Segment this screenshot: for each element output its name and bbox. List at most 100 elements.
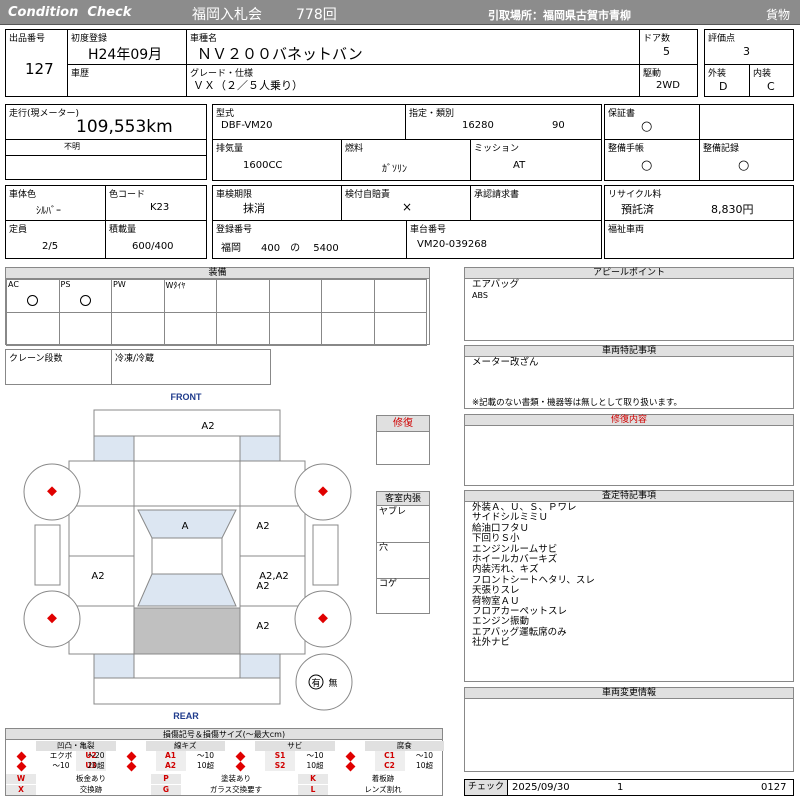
color: ｼﾙﾊﾞｰ [36, 206, 61, 217]
equipment-cell [321, 279, 375, 313]
mark-right-rear-2: A2 [256, 621, 269, 632]
legend-symbol: L [298, 785, 328, 795]
legend-group-name: サビ [287, 741, 303, 750]
check-id: 0127 [761, 782, 787, 793]
legend-code: A1 [155, 751, 186, 761]
inspection-cell: 車検期限 抹消 [212, 185, 342, 221]
manual-cell: 整備手帳 ○ [604, 139, 700, 181]
legend-size: 20超 [87, 761, 105, 770]
legend-group-name: 凹凸・亀裂 [57, 741, 95, 750]
approval-cell: 承認請求書 [470, 185, 602, 221]
legend-title: 損傷記号＆損傷サイズ(〜最大cm) [6, 729, 442, 740]
equipment-cell: Wﾀｲﾔ [163, 279, 217, 313]
lot-number-cell: 出品番号 127 [5, 29, 68, 97]
equipped-circle-icon [79, 295, 91, 306]
car-damage-diagram: FRONT REAR A2 A A2 A2 A2,A2 A2 A2 有 無 [23, 392, 353, 721]
fuel: ｶﾞｿﾘﾝ [382, 164, 407, 175]
record-cell: 整備記録 ○ [699, 139, 794, 181]
mission: AT [513, 160, 526, 171]
equipment-title: 装備 [6, 268, 429, 279]
chassis-number: VM20-039268 [417, 239, 487, 250]
cabin-box: 客室内張 ヤブレ 穴 コゲ [376, 491, 430, 614]
capacity: 2/5 [42, 241, 59, 252]
equipment-cell: PS [58, 279, 112, 313]
legend-size: 〜20 [87, 751, 105, 760]
cabin-burn: コゲ [379, 579, 398, 589]
damage-diamond-icon [16, 751, 27, 762]
legend-group-name: 腐食 [396, 741, 412, 750]
category-number: 90 [552, 120, 565, 131]
auction-lot: 778回 [296, 7, 337, 23]
legend-cell: エクボ [49, 751, 73, 760]
grade: ＶＸ（２／５人乗り） [193, 79, 303, 92]
load: 600/400 [132, 241, 174, 252]
equipment-label: AC [8, 280, 19, 289]
damage-diamond-icon [235, 751, 246, 762]
cabin-hole: 穴 [379, 543, 389, 553]
equipment-cell [111, 312, 165, 346]
inspection-notes-title: 査定特記事項 [465, 491, 793, 502]
appeal-panel: アピールポイント エアバッグ ABS [464, 267, 794, 341]
record: ○ [738, 158, 750, 173]
displacement: 1600CC [243, 160, 283, 171]
mission-cell: ミッション AT [470, 139, 602, 181]
designation-cell: 指定・類別 16280 90 [405, 104, 602, 140]
damage-diamond-icon [16, 761, 27, 772]
color-code: K23 [150, 202, 170, 213]
insurance: × [402, 200, 413, 214]
legend-size: 〜10 [306, 751, 324, 760]
ext-cell: 外装 D [704, 64, 750, 97]
vehicle-category: 貨物 [766, 8, 791, 22]
legend-code: S2 [265, 761, 295, 771]
color-cell: 車体色 ｼﾙﾊﾞｰ [5, 185, 106, 221]
nav-none: 無 [328, 677, 337, 689]
drive-cell: 駆動 2WD [639, 64, 698, 97]
mark-roof: A [182, 521, 189, 532]
mileage-cell: 走行(現メーター) 109,553km 不明 [5, 104, 207, 180]
model-name: ＮＶ２００バネットバン [197, 45, 363, 63]
legend-cell: 〜10 [52, 761, 70, 770]
legend-code: S1 [265, 751, 295, 761]
special-title: 車両特記事項 [465, 346, 793, 357]
change-panel: 車両変更情報 [464, 687, 794, 772]
nav-yes: 有 [311, 677, 320, 689]
recycle-fee: 8,830円 [711, 203, 754, 216]
legend-size: 10超 [196, 761, 215, 770]
score-cell: 評価点 3 [704, 29, 794, 65]
designation: 16280 [462, 120, 494, 131]
welfare-cell: 福祉車両 [604, 220, 794, 259]
legend-size: 〜10 [196, 751, 215, 760]
change-title: 車両変更情報 [465, 688, 793, 699]
manual: ○ [641, 158, 653, 173]
exterior-grade: D [719, 80, 728, 93]
equipment-cell: AC [6, 279, 60, 313]
equipment-cell [163, 312, 217, 346]
special-panel: 車両特記事項 メーター改ざん ※記載のない書類・機器等は無しとして取り扱います。 [464, 345, 794, 409]
doors-cell: ドア数 5 [639, 29, 698, 65]
legend-size: 〜10 [415, 751, 434, 760]
displacement-cell: 排気量 1600CC [212, 139, 342, 181]
model-code-cell: 型式 DBF-VM20 [212, 104, 406, 140]
history-cell: 車歴 [67, 64, 187, 97]
crane-cell: クレーン段数 [5, 349, 112, 385]
mark-hood: A2 [201, 421, 214, 432]
auction-name: 福岡入札会 [192, 7, 262, 23]
legend-code: C1 [374, 751, 405, 761]
warranty-extra-cell [699, 104, 794, 140]
repair-side-box: 修復 [376, 415, 430, 465]
int-cell: 内装 C [749, 64, 794, 97]
damage-diamond-icon [235, 761, 246, 772]
equipment-cell [216, 312, 270, 346]
check-label: チェック [465, 780, 508, 795]
inspection-notes-panel: 査定特記事項 外装Ａ、Ｕ、Ｓ、Ｐワレ サイドシルミミＵ 給油口フタＵ 下回りＳ小 エンジ… [464, 490, 794, 682]
check-bar: チェック 2025/09/30 1 0127 [464, 779, 794, 796]
chassis-cell: 車台番号 VM20-039268 [406, 220, 602, 259]
mark-right-front: A2 [256, 521, 269, 532]
damage-diamond-icon [126, 761, 136, 772]
score: 3 [743, 45, 750, 58]
equipment-cell [373, 312, 427, 346]
legend-group-name: 線キズ [174, 741, 197, 750]
equipment-cell [373, 279, 427, 313]
plate-cell: 登録番号 福岡 400 の 5400 [212, 220, 407, 259]
first-registration: H24年09月 [88, 47, 163, 63]
